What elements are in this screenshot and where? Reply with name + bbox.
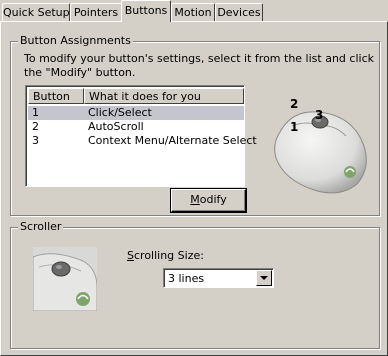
mouse-button-label-1: 1 bbox=[290, 120, 299, 134]
chevron-down-icon[interactable] bbox=[256, 270, 272, 286]
button-action: AutoScroll bbox=[88, 120, 144, 133]
mouse-button-label-2: 2 bbox=[290, 97, 299, 111]
modify-button[interactable]: Modify bbox=[170, 188, 247, 213]
scrolling-size-label: Scrolling Size: bbox=[127, 249, 204, 262]
scrolling-size-dropdown[interactable]: 3 lines bbox=[163, 268, 274, 288]
modify-label-rest: odify bbox=[199, 193, 227, 206]
scroller-mouse-image bbox=[33, 247, 97, 311]
tab-buttons[interactable]: Buttons bbox=[121, 0, 171, 22]
tab-label: Buttons bbox=[124, 4, 168, 17]
group-title: Scroller bbox=[18, 220, 64, 234]
instructions-text: To modify your button's settings, select… bbox=[24, 52, 374, 79]
scrolling-size-value: 3 lines bbox=[168, 272, 205, 285]
list-header: Button What it does for you bbox=[28, 88, 244, 104]
list-item[interactable]: 1 Click/Select bbox=[28, 106, 244, 120]
logo-icon bbox=[344, 166, 356, 178]
column-label: Button bbox=[33, 90, 70, 103]
tab-label: Motion bbox=[174, 6, 212, 19]
tab-quick-setup[interactable]: Quick Setup bbox=[2, 3, 70, 21]
tab-pointers[interactable]: Pointers bbox=[70, 3, 122, 21]
column-header-button[interactable]: Button bbox=[28, 88, 84, 104]
tab-label: Quick Setup bbox=[3, 6, 70, 19]
column-header-action[interactable]: What it does for you bbox=[84, 88, 244, 104]
button-number: 3 bbox=[32, 134, 39, 147]
tab-label: Devices bbox=[217, 6, 261, 19]
button-number: 2 bbox=[32, 120, 39, 133]
scrolling-size-mnemonic: S bbox=[127, 249, 134, 262]
button-number: 1 bbox=[32, 106, 39, 119]
list-item[interactable]: 3 Context Menu/Alternate Select bbox=[28, 134, 257, 148]
tab-motion[interactable]: Motion bbox=[171, 3, 215, 21]
column-label: What it does for you bbox=[89, 90, 201, 103]
modify-mnemonic: M bbox=[190, 193, 200, 206]
tab-label: Pointers bbox=[73, 6, 119, 19]
button-list[interactable]: Button What it does for you 1 Click/Sele… bbox=[25, 85, 257, 187]
scrolling-size-label-rest: crolling Size: bbox=[133, 249, 204, 262]
tab-strip: Quick Setup Pointers Buttons Motion Devi… bbox=[0, 0, 388, 22]
button-action: Context Menu/Alternate Select bbox=[88, 134, 257, 147]
list-item[interactable]: 2 AutoScroll bbox=[28, 120, 244, 134]
tab-devices[interactable]: Devices bbox=[215, 3, 263, 21]
group-title: Button Assignments bbox=[18, 34, 133, 48]
button-action: Click/Select bbox=[88, 106, 152, 119]
mouse-button-label-3: 3 bbox=[315, 108, 324, 122]
